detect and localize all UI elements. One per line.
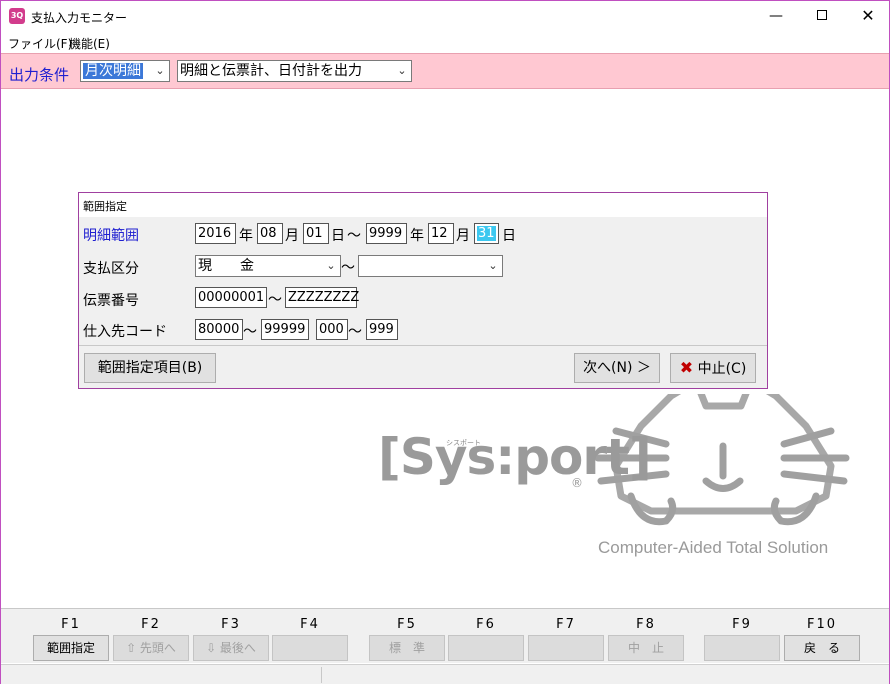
- to-month-input[interactable]: 12: [428, 223, 454, 244]
- supplier-code-to-input[interactable]: 99999: [261, 319, 309, 340]
- f9-button[interactable]: [704, 635, 780, 661]
- supplier-subcode-from-input[interactable]: 000: [316, 319, 348, 340]
- fkey-label-f9: F9: [732, 617, 752, 632]
- month-unit: 月: [285, 228, 299, 244]
- fkey-label-f5: F5: [397, 617, 417, 632]
- window-title: 支払入力モニター: [31, 11, 128, 25]
- slip-number-from-input[interactable]: 00000001: [195, 287, 267, 308]
- to-day-input[interactable]: 31: [474, 223, 499, 244]
- from-day-input[interactable]: 01: [303, 223, 329, 244]
- function-key-bar: F1 F2 F3 F4 F5 F6 F7 F8 F9 F10 範囲指定 ⇧ 先頭…: [1, 608, 889, 663]
- f10-back-button[interactable]: 戻 る: [784, 635, 860, 661]
- minimize-button[interactable]: —: [753, 1, 799, 31]
- range-tilde: ～: [243, 324, 257, 340]
- fkey-label-f8: F8: [636, 617, 656, 632]
- logo-kana: シスポート: [446, 439, 481, 447]
- payment-type-to-select[interactable]: ⌄: [358, 255, 503, 277]
- output-condition-label: 出力条件: [9, 66, 70, 84]
- to-year-input[interactable]: 9999: [366, 223, 407, 244]
- fkey-label-f3: F3: [221, 617, 241, 632]
- registered-mark: ®: [571, 476, 583, 490]
- title-bar: 3Q 支払入力モニター — ✕: [1, 1, 889, 31]
- range-tilde: ～: [347, 228, 361, 244]
- slip-number-label: 伝票番号: [83, 293, 139, 309]
- f3-last-button[interactable]: ⇩ 最後へ: [193, 635, 269, 661]
- app-window: 3Q 支払入力モニター — ✕ ファイル(F) 機能(E) 出力条件 月次明細 …: [0, 0, 890, 684]
- slip-number-to-input[interactable]: ZZZZZZZZ: [285, 287, 359, 308]
- output-mode-select[interactable]: 明細と伝票計、日付計を出力 ⌄: [177, 60, 412, 82]
- range-tilde: ～: [348, 324, 362, 340]
- fkey-label-f1: F1: [61, 617, 81, 632]
- fkey-label-f7: F7: [556, 617, 576, 632]
- payment-type-label: 支払区分: [83, 261, 139, 277]
- close-icon: ✖: [679, 358, 694, 377]
- to-day-value: 31: [477, 226, 496, 241]
- close-button[interactable]: ✕: [845, 1, 890, 31]
- range-dialog: 範囲指定 明細範囲 2016 年 08 月 01 日 ～ 9999 年 12 月…: [78, 192, 768, 389]
- f7-button[interactable]: [528, 635, 604, 661]
- range-items-button[interactable]: 範囲指定項目(B): [84, 353, 216, 383]
- day-unit: 日: [331, 228, 345, 244]
- range-tilde: ～: [268, 292, 282, 308]
- fkey-label-f4: F4: [300, 617, 320, 632]
- next-button[interactable]: 次へ(N) ＞: [574, 353, 660, 383]
- chevron-down-icon: ⌄: [488, 259, 498, 272]
- from-year-input[interactable]: 2016: [195, 223, 236, 244]
- fkey-label-f2: F2: [141, 617, 161, 632]
- f5-standard-button[interactable]: 標 準: [369, 635, 445, 661]
- fkey-label-f10: F10: [806, 617, 838, 632]
- menu-function[interactable]: 機能(E): [69, 35, 110, 52]
- month-unit: 月: [456, 228, 470, 244]
- output-mode-select-value: 明細と伝票計、日付計を出力: [180, 63, 362, 79]
- f6-button[interactable]: [448, 635, 524, 661]
- fkey-label-f6: F6: [476, 617, 496, 632]
- supplier-code-from-input[interactable]: 80000: [195, 319, 243, 340]
- date-range-label: 明細範囲: [83, 228, 139, 244]
- menu-bar: ファイル(F) 機能(E): [1, 32, 889, 52]
- maximize-button[interactable]: [799, 1, 845, 31]
- status-bar: [1, 664, 889, 684]
- supplier-subcode-to-input[interactable]: 999: [366, 319, 398, 340]
- payment-type-from-value: 現 金: [198, 258, 254, 274]
- app-logo-icon: 3Q: [9, 8, 25, 24]
- supplier-code-label: 仕入先コード: [83, 324, 167, 340]
- chevron-down-icon: ⌄: [155, 64, 165, 77]
- status-divider: [321, 667, 322, 683]
- logo-brand: [Sys:port]: [378, 428, 652, 486]
- dialog-divider: [79, 345, 767, 346]
- period-select-value: 月次明細: [83, 63, 143, 79]
- chevron-down-icon: ⌄: [326, 259, 336, 272]
- logo-tagline: Computer-Aided Total Solution: [598, 538, 829, 557]
- day-unit: 日: [502, 228, 516, 244]
- output-condition-bar: 出力条件 月次明細 ⌄ 明細と伝票計、日付計を出力 ⌄: [1, 53, 889, 89]
- payment-type-from-select[interactable]: 現 金 ⌄: [195, 255, 341, 277]
- f8-cancel-button[interactable]: 中 止: [608, 635, 684, 661]
- f4-button[interactable]: [272, 635, 348, 661]
- cancel-button[interactable]: ✖ 中止(C): [670, 353, 756, 383]
- dialog-caption: 範囲指定: [79, 193, 767, 217]
- range-tilde: ～: [341, 260, 355, 276]
- year-unit: 年: [239, 228, 253, 244]
- maximize-icon: [817, 10, 827, 20]
- chevron-down-icon: ⌄: [397, 64, 407, 77]
- from-month-input[interactable]: 08: [257, 223, 283, 244]
- f2-first-button[interactable]: ⇧ 先頭へ: [113, 635, 189, 661]
- f1-range-button[interactable]: 範囲指定: [33, 635, 109, 661]
- period-select[interactable]: 月次明細 ⌄: [80, 60, 170, 82]
- menu-file[interactable]: ファイル(F): [8, 35, 72, 52]
- cancel-button-label: 中止(C): [697, 361, 747, 377]
- year-unit: 年: [410, 228, 424, 244]
- company-logo: [Sys:port] シスポート ® Computer-Aided Total …: [376, 386, 856, 561]
